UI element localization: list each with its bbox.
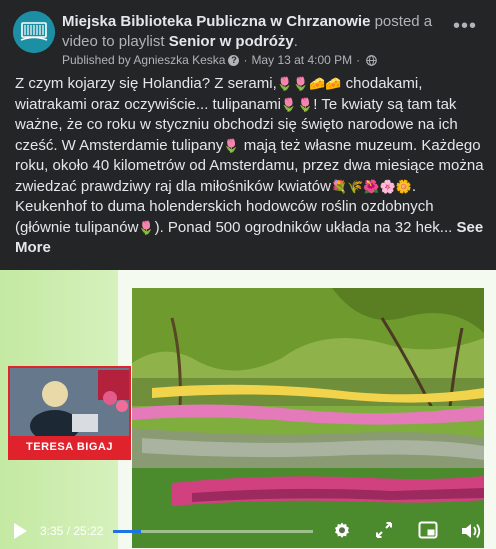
- post-header-line: Miejska Biblioteka Publiczna w Chrzanowi…: [62, 12, 454, 52]
- presenter-image: [10, 368, 129, 442]
- webcam-overlay: TERESA BIGAJ: [8, 366, 131, 460]
- progress-fill: [113, 530, 142, 533]
- post-text-segment: Z czym kojarzy się Holandia? Z serami,: [15, 75, 277, 92]
- page-name-link[interactable]: Miejska Biblioteka Publiczna w Chrzanowi…: [62, 13, 370, 30]
- post-text: Z czym kojarzy się Holandia? Z serami,🌷🌷…: [15, 74, 485, 259]
- library-logo-icon: [13, 11, 55, 53]
- emoji-tulips-cheese: 🌷🌷🧀🧀: [276, 76, 342, 91]
- meta-separator-2: ·: [356, 53, 361, 67]
- volume-icon[interactable]: [460, 521, 482, 541]
- current-time: 3:35: [40, 524, 64, 538]
- meta-separator: ·: [243, 53, 248, 67]
- video-controls: 3:35 / 25:22: [0, 513, 496, 549]
- post-meta: Published by Agnieszka Keska ? · May 13 …: [62, 53, 377, 68]
- page-avatar[interactable]: [13, 11, 55, 53]
- webcam-label: TERESA BIGAJ: [10, 436, 129, 458]
- play-icon[interactable]: [12, 522, 28, 540]
- globe-icon: [366, 55, 377, 66]
- garden-scene-image: [132, 288, 484, 548]
- post-date-link[interactable]: May 13 at 4:00 PM: [251, 53, 352, 68]
- progress-bar[interactable]: [113, 530, 313, 533]
- gear-icon[interactable]: [332, 521, 352, 541]
- duration: 25:22: [73, 524, 104, 538]
- expand-icon[interactable]: [375, 521, 393, 539]
- playlist-link[interactable]: Senior w podróży: [169, 33, 294, 50]
- post-text-segment: ). Ponad 500 ogrodników układa na 32 hek…: [154, 218, 457, 236]
- video-time: 3:35 / 25:22: [40, 524, 103, 538]
- time-separator: /: [63, 524, 74, 538]
- emoji-tulips: 🌷🌷: [280, 96, 314, 112]
- more-options-button[interactable]: •••: [453, 16, 477, 36]
- published-by-text: Published by Agnieszka Keska: [62, 53, 226, 67]
- header-period: .: [293, 33, 298, 50]
- video-player[interactable]: TERESA BIGAJ 3:35 / 25:22: [0, 270, 496, 549]
- miniplayer-icon[interactable]: [418, 521, 438, 539]
- emoji-tulip: 🌷: [223, 137, 240, 153]
- question-circle-icon[interactable]: ?: [228, 55, 240, 66]
- emoji-tulip-2: 🌷: [138, 219, 155, 235]
- emoji-flowers: 💐🌾🌺🌸🌼: [330, 178, 412, 194]
- post-header: Miejska Biblioteka Publiczna w Chrzanowi…: [0, 0, 496, 70]
